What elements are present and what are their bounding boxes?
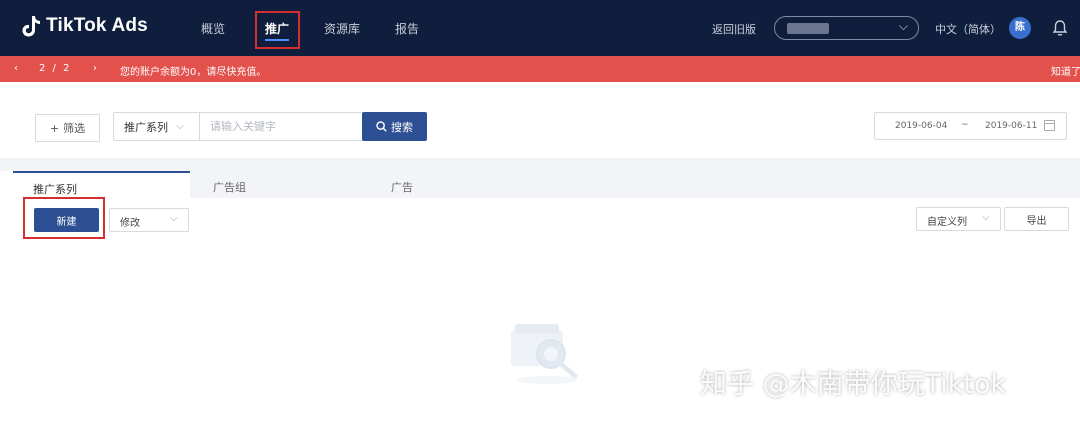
alert-page-indicator: 2 / 2	[39, 63, 72, 74]
custom-columns-label: 自定义列	[927, 217, 967, 228]
tab-campaigns[interactable]: 推广系列	[13, 171, 190, 198]
modify-select-label: 修改	[120, 218, 140, 229]
filter-area: + 筛选 推广系列 ⌵ 搜索 2019-06-04 ~ 2019-06-11	[0, 82, 1080, 158]
alert-message: 您的账户余额为0，请尽快充值。	[120, 67, 267, 78]
chevron-down-icon: ⌵	[170, 213, 178, 224]
search-button-label: 搜索	[391, 120, 413, 134]
new-button-highlight-box	[23, 197, 105, 239]
tab-campaigns-label: 推广系列	[33, 183, 77, 196]
nav-library[interactable]: 资源库	[324, 20, 360, 37]
tab-ads[interactable]: 广告	[368, 171, 546, 198]
tab-ad-groups[interactable]: 广告组	[190, 171, 368, 198]
date-range-picker[interactable]: 2019-06-04 ~ 2019-06-11	[874, 112, 1067, 140]
date-end: 2019-06-11	[985, 121, 1038, 131]
nav-reports[interactable]: 报告	[395, 20, 419, 37]
custom-columns-select[interactable]: 自定义列 ⌵	[916, 207, 1001, 231]
date-separator: ~	[961, 120, 969, 130]
user-avatar[interactable]: 陈	[1009, 17, 1031, 39]
filter-button[interactable]: + 筛选	[35, 114, 100, 142]
logo-text: TikTok Ads	[46, 15, 148, 36]
modify-select[interactable]: 修改 ⌵	[109, 208, 189, 232]
chevron-left-icon[interactable]: ‹	[14, 63, 18, 74]
language-switch[interactable]: 中文（简体）	[935, 21, 1001, 37]
tiktok-logo-icon	[22, 16, 40, 37]
tiktok-ads-logo[interactable]: TikTok Ads	[22, 15, 148, 37]
account-name-redacted	[787, 23, 829, 34]
chevron-right-icon[interactable]: ›	[93, 63, 97, 74]
tab-ad-groups-label: 广告组	[213, 181, 246, 194]
filter-button-label: 筛选	[63, 122, 86, 135]
top-navigation-bar: TikTok Ads 概览 推广 资源库 报告 返回旧版 ⌵ 中文（简体） 陈	[0, 0, 1080, 56]
search-input[interactable]	[200, 113, 362, 140]
calendar-icon	[1044, 120, 1055, 131]
date-start: 2019-06-04	[895, 121, 948, 131]
account-select[interactable]: ⌵	[774, 16, 919, 40]
chevron-down-icon: ⌵	[982, 212, 990, 223]
nav-overview[interactable]: 概览	[201, 20, 225, 37]
section-divider	[0, 158, 1080, 171]
search-button[interactable]: 搜索	[362, 112, 427, 141]
search-icon	[376, 121, 387, 132]
back-to-old-version-link[interactable]: 返回旧版	[712, 21, 756, 37]
alert-dismiss-link[interactable]: 知道了	[1051, 63, 1080, 78]
export-button[interactable]: 导出	[1004, 207, 1069, 231]
nav-promotion-highlight-box	[255, 11, 300, 49]
tab-ads-label: 广告	[391, 181, 413, 194]
watermark-text: 知乎 @木南带你玩Tiktok	[700, 369, 1007, 400]
chevron-down-icon: ⌵	[176, 121, 184, 132]
plus-icon: +	[49, 121, 60, 135]
bell-icon[interactable]	[1052, 19, 1068, 37]
empty-state-icon	[511, 324, 578, 384]
balance-alert-bar: ‹ 2 / 2 › 您的账户余额为0，请尽快充值。 知道了	[0, 56, 1080, 82]
search-group: 推广系列 ⌵	[113, 112, 363, 141]
search-scope-select[interactable]: 推广系列 ⌵	[114, 113, 200, 140]
level-tabs: 推广系列 广告组 广告	[13, 171, 1080, 198]
search-scope-label: 推广系列	[124, 120, 168, 134]
chevron-down-icon: ⌵	[898, 19, 908, 33]
